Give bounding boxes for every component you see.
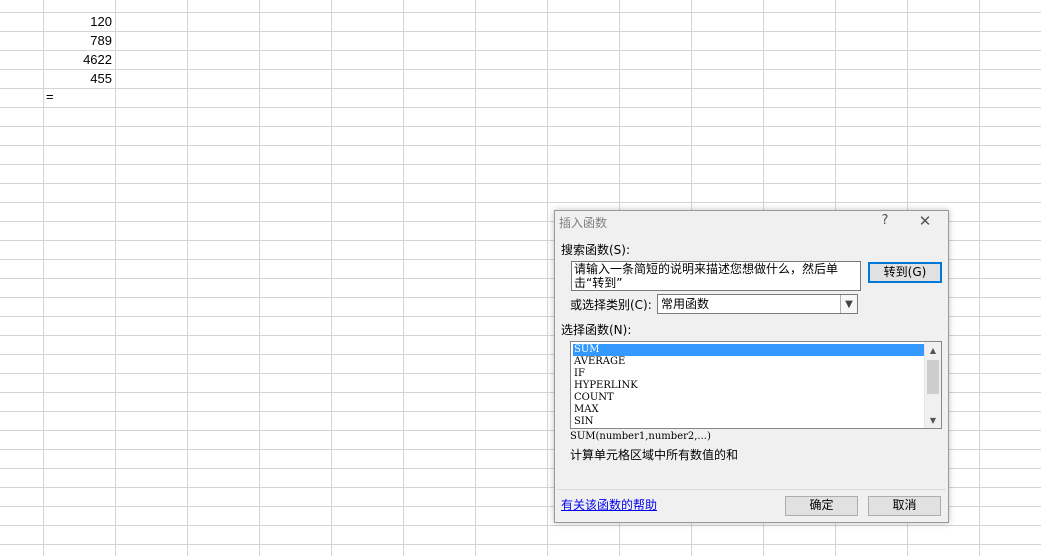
active-cell-formula[interactable]: = bbox=[46, 87, 106, 106]
ok-button[interactable]: 确定 bbox=[785, 496, 858, 516]
help-icon[interactable]: ? bbox=[878, 213, 892, 228]
function-label: 选择函数(N): bbox=[561, 323, 632, 337]
chevron-up-icon[interactable]: ▲ bbox=[925, 343, 941, 357]
function-item[interactable]: HYPERLINK bbox=[573, 380, 924, 392]
cell-value[interactable]: 789 bbox=[44, 31, 112, 50]
scroll-thumb[interactable] bbox=[927, 360, 939, 394]
function-item[interactable]: IF bbox=[573, 368, 924, 380]
cell-value[interactable]: 120 bbox=[44, 12, 112, 31]
divider bbox=[557, 489, 946, 490]
cell-value[interactable]: 455 bbox=[44, 69, 112, 88]
function-item[interactable]: SIN bbox=[573, 416, 924, 428]
function-item[interactable]: SUM bbox=[573, 344, 924, 356]
goto-button[interactable]: 转到(G) bbox=[868, 262, 942, 283]
function-item[interactable]: COUNT bbox=[573, 392, 924, 404]
insert-function-dialog: 插入函数 ? ✕ 搜索函数(S): 转到(G) 或选择类别(C): 常用函数 ▼… bbox=[554, 210, 949, 523]
category-label: 或选择类别(C): bbox=[570, 298, 652, 312]
cell-value[interactable]: 4622 bbox=[44, 50, 112, 69]
search-label: 搜索函数(S): bbox=[561, 243, 631, 257]
function-help-link[interactable]: 有关该函数的帮助 bbox=[561, 496, 657, 513]
close-icon[interactable]: ✕ bbox=[917, 212, 933, 230]
chevron-down-icon[interactable]: ▼ bbox=[840, 295, 857, 313]
function-list[interactable]: SUM AVERAGE IF HYPERLINK COUNT MAX SIN ▲… bbox=[570, 341, 942, 429]
function-description: 计算单元格区域中所有数值的和 bbox=[570, 448, 739, 462]
dialog-title: 插入函数 bbox=[559, 216, 608, 230]
cancel-button[interactable]: 取消 bbox=[868, 496, 941, 516]
category-select[interactable]: 常用函数 ▼ bbox=[657, 294, 858, 314]
scrollbar[interactable]: ▲ ▼ bbox=[924, 342, 941, 428]
function-syntax: SUM(number1,number2,...) bbox=[570, 431, 711, 442]
function-item[interactable]: AVERAGE bbox=[573, 356, 924, 368]
category-value: 常用函数 bbox=[661, 297, 710, 311]
search-input[interactable] bbox=[571, 261, 861, 291]
chevron-down-icon[interactable]: ▼ bbox=[925, 413, 941, 427]
function-item[interactable]: MAX bbox=[573, 404, 924, 416]
